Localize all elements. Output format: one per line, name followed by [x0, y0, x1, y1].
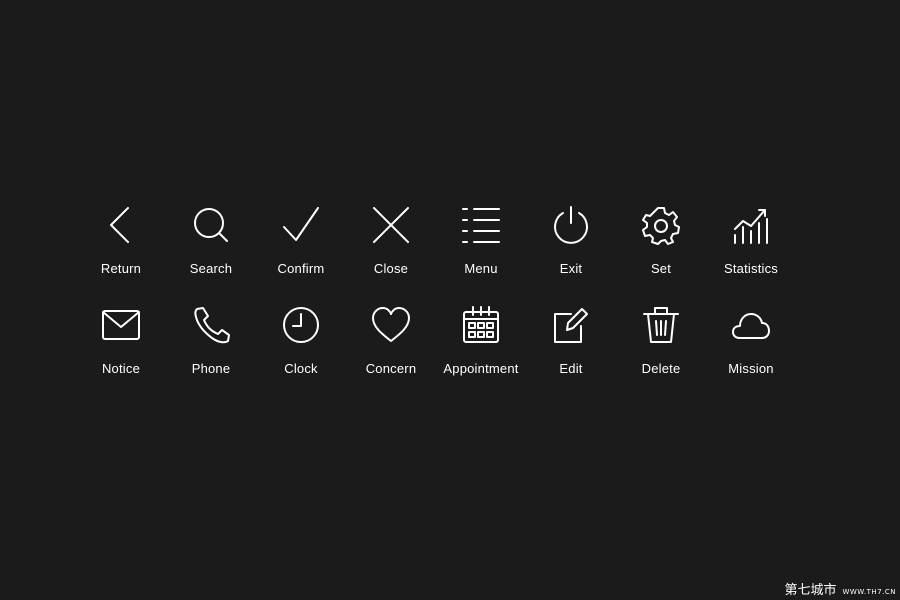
- icon-cell-confirm[interactable]: Confirm: [256, 205, 346, 305]
- statistics-icon: [734, 209, 768, 244]
- icon-label: Notice: [101, 361, 141, 376]
- icon-cell-search[interactable]: Search: [166, 205, 256, 305]
- icon-label: Delete: [641, 361, 681, 376]
- icon-cell-mission[interactable]: Mission: [706, 305, 796, 405]
- cloud-icon: [732, 313, 770, 339]
- icon-label: Edit: [559, 361, 583, 376]
- icon-label: Concern: [365, 361, 417, 376]
- icon-cell-return[interactable]: Return: [76, 205, 166, 305]
- icon-cell-statistics[interactable]: Statistics: [706, 205, 796, 305]
- trash-icon: [643, 307, 679, 343]
- icon-label: Statistics: [723, 261, 778, 276]
- icon-label: Close: [373, 261, 409, 276]
- edit-icon: [554, 308, 588, 343]
- icon-cell-exit[interactable]: Exit: [526, 205, 616, 305]
- icon-label: Mission: [728, 361, 774, 376]
- icon-cell-clock[interactable]: Clock: [256, 305, 346, 405]
- calendar-icon: [463, 306, 499, 343]
- watermark-url: WWW.TH7.CN: [842, 588, 896, 596]
- gear-icon: [642, 207, 680, 245]
- search-icon: [194, 208, 228, 242]
- icon-cell-appointment[interactable]: Appointment: [436, 305, 526, 405]
- icon-label: Set: [650, 261, 672, 276]
- icon-cell-delete[interactable]: Delete: [616, 305, 706, 405]
- exit-icon: [554, 206, 588, 244]
- icon-label: Return: [100, 261, 142, 276]
- icon-label: Phone: [191, 361, 231, 376]
- icon-label: Menu: [464, 261, 498, 276]
- menu-icon: [462, 208, 500, 243]
- clock-icon: [283, 307, 319, 343]
- return-icon: [110, 207, 129, 243]
- icon-cell-edit[interactable]: Edit: [526, 305, 616, 405]
- icon-label: Confirm: [277, 261, 325, 276]
- heart-icon: [372, 307, 410, 342]
- icon-label: Search: [189, 261, 233, 276]
- icon-grid: Return Search Confirm Close Menu Exit Se…: [76, 205, 796, 405]
- icon-label: Clock: [284, 361, 318, 376]
- confirm-icon: [283, 207, 319, 241]
- envelope-icon: [102, 310, 140, 340]
- watermark-brand: 第七城市: [784, 583, 837, 598]
- close-icon: [373, 207, 409, 243]
- icon-cell-set[interactable]: Set: [616, 205, 706, 305]
- icon-cell-concern[interactable]: Concern: [346, 305, 436, 405]
- icon-cell-notice[interactable]: Notice: [76, 305, 166, 405]
- icon-label: Exit: [559, 261, 583, 276]
- watermark: 第七城市 WWW.TH7.CN: [784, 579, 896, 598]
- icon-cell-menu[interactable]: Menu: [436, 205, 526, 305]
- icon-cell-close[interactable]: Close: [346, 205, 436, 305]
- icon-cell-phone[interactable]: Phone: [166, 305, 256, 405]
- phone-icon: [194, 307, 230, 344]
- icon-label: Appointment: [443, 361, 519, 376]
